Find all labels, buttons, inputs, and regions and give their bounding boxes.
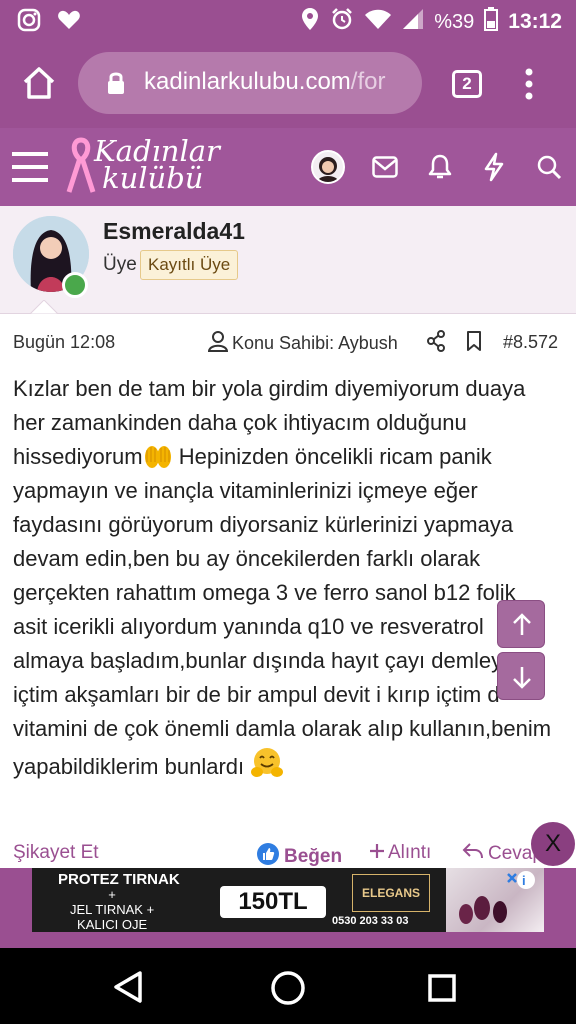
post-body: Kızlar ben de tam bir yola girdim diyemi… (13, 372, 553, 784)
bolt-icon[interactable] (482, 152, 506, 187)
user-badge: Kayıtlı Üye (140, 250, 239, 280)
android-nav-bar (0, 948, 576, 1024)
report-link[interactable]: Şikayet Et (13, 842, 99, 864)
arrow-up-icon (513, 613, 531, 635)
ad-line3: KALICI OJE (77, 917, 148, 932)
ad-banner[interactable]: PROTEZ TIRNAK + JEL TIRNAK + KALICI OJE … (32, 868, 544, 932)
ad-subtext: + JEL TIRNAK + KALICI OJE (70, 887, 154, 932)
hugging-face-emoji-icon (250, 746, 284, 777)
raised-hands-emoji-icon (143, 440, 173, 470)
header-pointer (30, 300, 58, 314)
post-number[interactable]: #8.572 (503, 332, 558, 353)
site-logo[interactable]: Kadınlar kulübü (94, 137, 220, 193)
like-label: Beğen (284, 846, 343, 867)
wifi-icon (364, 8, 392, 36)
status-time: 13:12 (508, 10, 562, 33)
search-icon[interactable] (536, 154, 562, 185)
signal-icon (402, 8, 424, 36)
ribbon-logo-icon[interactable] (66, 136, 96, 201)
ad-line2: JEL TIRNAK + (70, 902, 155, 917)
ad-plus: + (108, 887, 116, 902)
reply-icon (462, 842, 484, 866)
user-role: Üye (103, 254, 137, 275)
bookmark-icon[interactable] (466, 330, 482, 357)
thread-owner: Konu Sahibi: Aybush (207, 330, 398, 357)
browser-toolbar: kadinlarkulubu.com/for 2 (0, 40, 576, 128)
ad-price: 150TL (220, 886, 326, 918)
instagram-icon (16, 7, 42, 38)
mail-icon[interactable] (372, 156, 398, 183)
ad-nails-image: i (446, 868, 544, 932)
menu-icon[interactable] (12, 150, 48, 189)
scroll-down-button[interactable] (497, 652, 545, 700)
ad-phone: 0530 203 33 03 (332, 915, 409, 927)
svg-text:i: i (522, 873, 526, 888)
address-bar[interactable]: kadinlarkulubu.com/for (78, 52, 422, 114)
plus-icon (370, 842, 384, 864)
back-icon[interactable] (112, 970, 144, 1009)
ad-brand: ELEGANS (352, 874, 430, 912)
home-icon[interactable] (20, 64, 58, 107)
battery-icon (484, 7, 499, 37)
scroll-up-button[interactable] (497, 600, 545, 648)
avatar[interactable] (311, 150, 345, 184)
thread-owner-label: Konu Sahibi: Aybush (232, 333, 398, 353)
quote-button[interactable]: Alıntı (370, 842, 431, 864)
status-bar: %39 13:12 (0, 0, 576, 40)
location-icon (300, 7, 320, 37)
url-text: kadinlarkulubu.com/for (144, 68, 386, 95)
user-icon (207, 330, 229, 357)
post-actions: Şikayet Et Beğen Alıntı Cevap (0, 834, 576, 870)
online-status-icon (62, 272, 88, 298)
close-ad-button[interactable]: X (531, 822, 575, 866)
bell-icon[interactable] (428, 154, 452, 185)
share-icon[interactable] (426, 330, 446, 357)
arrow-down-icon (513, 667, 531, 689)
heart-icon (56, 7, 82, 38)
post-text-part2: Hepinizden öncelikli ricam panik yapmayı… (13, 444, 552, 779)
ad-headline: PROTEZ TIRNAK (58, 871, 180, 888)
post-time[interactable]: Bugün 12:08 (13, 332, 115, 353)
post-meta: Bugün 12:08 Konu Sahibi: Aybush #8.572 (0, 320, 576, 362)
tab-switcher-button[interactable]: 2 (452, 70, 482, 98)
alarm-icon (330, 7, 354, 37)
home-nav-icon[interactable] (270, 970, 306, 1011)
ad-area: PROTEZ TIRNAK + JEL TIRNAK + KALICI OJE … (0, 868, 576, 948)
battery-percent: %39 (434, 10, 475, 33)
recents-icon[interactable] (428, 974, 456, 1007)
post-user-header: Esmeralda41 Üye Kayıtlı Üye (0, 206, 576, 314)
lock-icon (106, 70, 126, 101)
username[interactable]: Esmeralda41 (103, 218, 245, 245)
report-label: Şikayet Et (13, 842, 99, 863)
overflow-menu-icon[interactable] (522, 68, 536, 105)
quote-label: Alıntı (388, 842, 432, 863)
site-header: Kadınlar kulübü (0, 128, 576, 206)
